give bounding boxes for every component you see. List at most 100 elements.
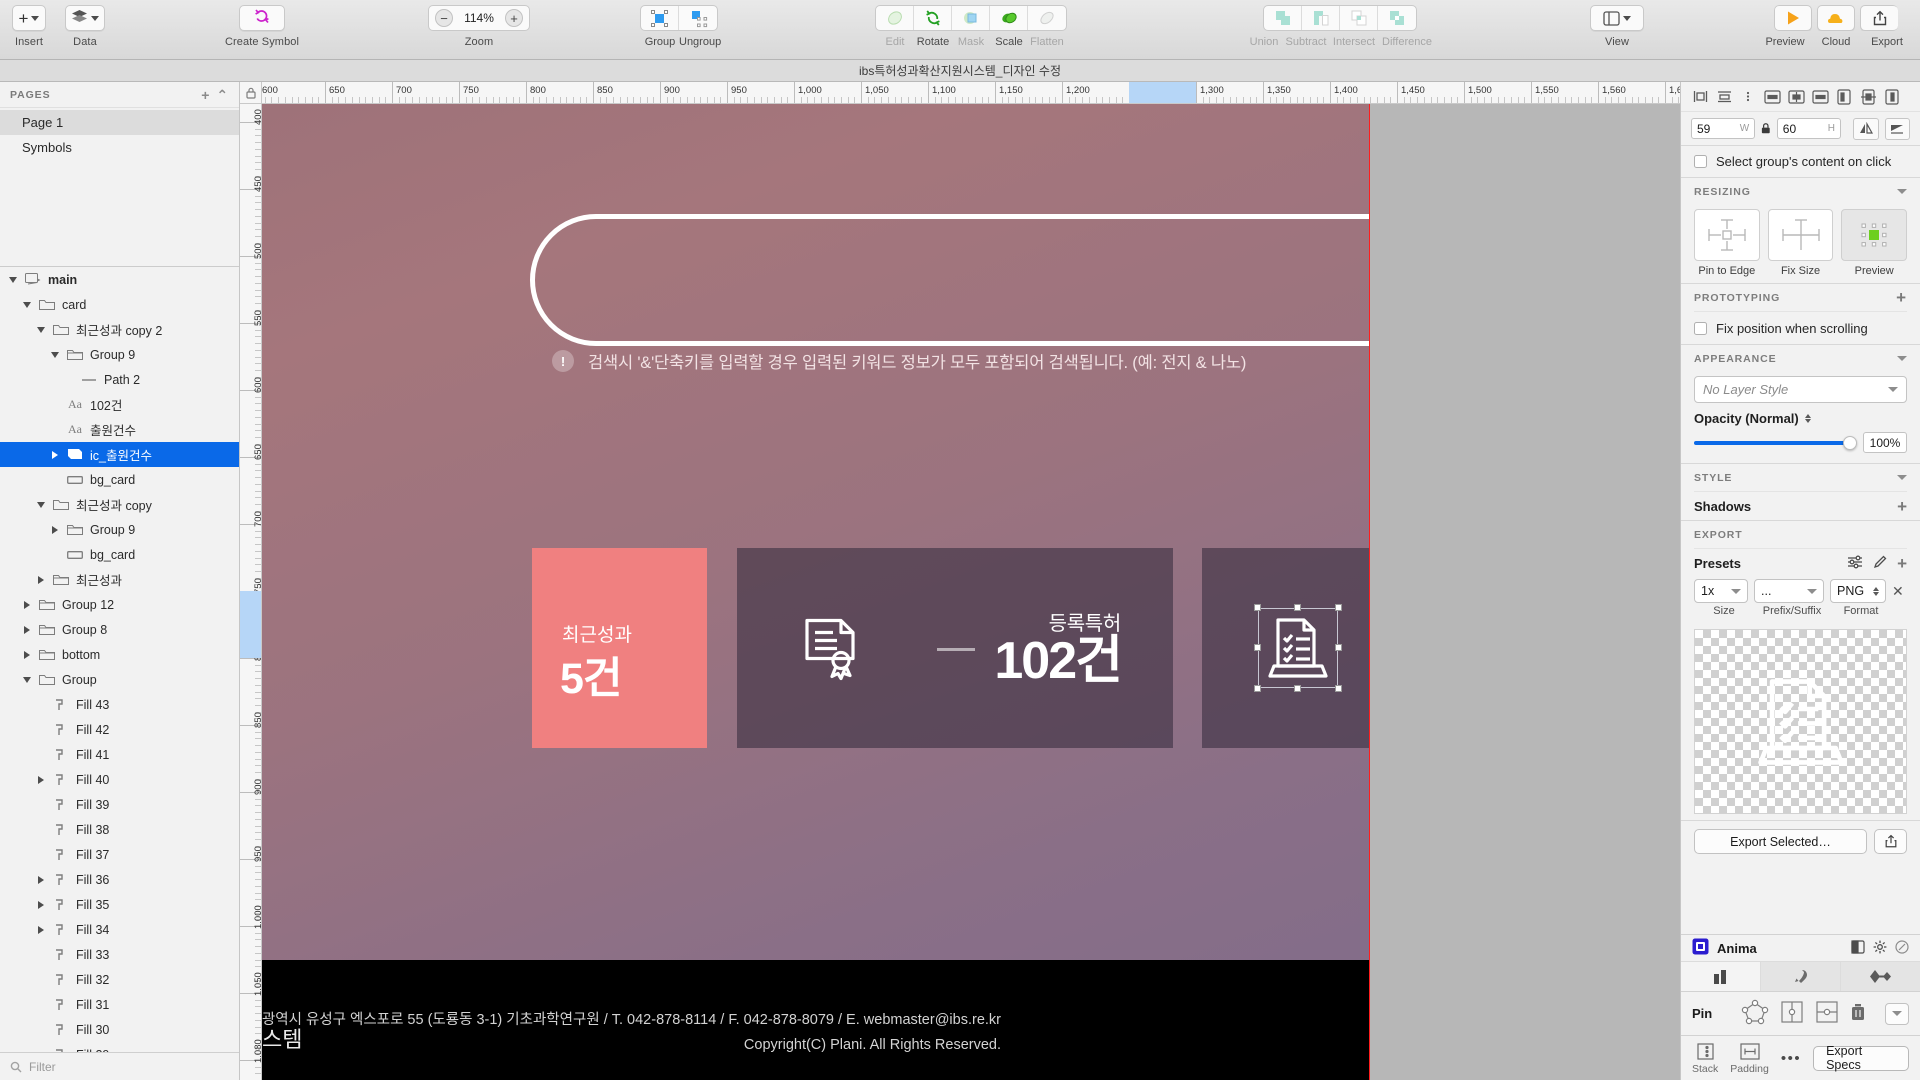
select-group-content-row[interactable]: Select group's content on click — [1681, 146, 1920, 178]
disclosure-triangle-icon[interactable] — [36, 326, 46, 333]
lock-icon[interactable] — [1761, 122, 1771, 135]
layer-row[interactable]: Fill 35 — [0, 892, 239, 917]
remove-preset-icon[interactable]: ✕ — [1892, 583, 1904, 600]
disclosure-triangle-icon[interactable] — [50, 450, 60, 459]
disclosure-triangle-icon[interactable] — [36, 900, 46, 909]
chevron-down-icon[interactable] — [1897, 189, 1907, 194]
subtract-button[interactable] — [1302, 6, 1340, 30]
anima-tab-link[interactable] — [1841, 962, 1920, 991]
opacity-value[interactable]: 100% — [1863, 432, 1907, 453]
add-preset-icon[interactable]: + — [1897, 555, 1907, 572]
clipboard-check-icon[interactable] — [1254, 604, 1342, 692]
anima-tab-layout[interactable] — [1681, 962, 1761, 991]
artboard-main[interactable]: ! 검색시 '&'단축키를 입력할 경우 입력된 키워드 정보가 모두 포함되어… — [262, 104, 1369, 1080]
align-bottom-icon[interactable] — [1809, 87, 1831, 107]
pin-all-icon[interactable] — [1740, 998, 1770, 1029]
pin-horizontal-icon[interactable] — [1814, 999, 1840, 1028]
anima-help-icon[interactable] — [1895, 939, 1909, 957]
layer-row[interactable]: Group 9 — [0, 517, 239, 542]
layer-row[interactable]: Fill 36 — [0, 867, 239, 892]
layer-row[interactable]: 최근성과 copy 2 — [0, 317, 239, 342]
align-horizontal-center-icon[interactable] — [1785, 87, 1807, 107]
layer-row[interactable]: card — [0, 292, 239, 317]
more-options-icon[interactable]: ••• — [1781, 1050, 1801, 1067]
height-field[interactable]: 60 H — [1776, 118, 1842, 139]
anima-tab-rocket[interactable] — [1761, 962, 1841, 991]
card-applications[interactable]: 출원건수 102건 — [1202, 548, 1369, 748]
layer-row[interactable]: bg_card — [0, 467, 239, 492]
resize-fix-size[interactable]: Fix Size — [1767, 209, 1834, 277]
export-prefix-select[interactable]: ... — [1754, 579, 1824, 603]
edit-preset-icon[interactable] — [1873, 555, 1887, 572]
layer-row[interactable]: Fill 38 — [0, 817, 239, 842]
canvas-viewport[interactable]: ! 검색시 '&'단축키를 입력할 경우 입력된 키워드 정보가 모두 포함되어… — [262, 104, 1680, 1080]
align-vertical-right-icon[interactable] — [1881, 87, 1903, 107]
align-center-vertical-icon[interactable] — [1713, 87, 1735, 107]
search-field[interactable] — [530, 214, 1369, 346]
cloud-button[interactable] — [1817, 5, 1855, 31]
distribute-horizontal-icon[interactable] — [1857, 87, 1879, 107]
fix-position-row[interactable]: Fix position when scrolling — [1681, 312, 1920, 344]
disclosure-triangle-icon[interactable] — [50, 525, 60, 534]
scale-button[interactable] — [990, 6, 1028, 30]
chevron-down-icon[interactable] — [1897, 356, 1907, 361]
layer-row[interactable]: Fill 33 — [0, 942, 239, 967]
slider-knob[interactable] — [1843, 435, 1857, 450]
align-vertical-left-icon[interactable] — [1833, 87, 1855, 107]
zoom-in-button[interactable]: + — [505, 9, 523, 27]
card-registered-patents[interactable]: 등록특허 102건 — [737, 548, 1173, 748]
layer-row[interactable]: Fill 37 — [0, 842, 239, 867]
edit-button[interactable] — [876, 6, 914, 30]
difference-button[interactable] — [1378, 6, 1416, 30]
union-button[interactable] — [1264, 6, 1302, 30]
anima-settings-icon[interactable] — [1873, 940, 1887, 957]
disclosure-triangle-icon[interactable] — [8, 276, 18, 283]
layer-row[interactable]: Fill 39 — [0, 792, 239, 817]
layer-row[interactable]: Fill 41 — [0, 742, 239, 767]
disclosure-triangle-icon[interactable] — [50, 351, 60, 358]
zoom-control[interactable]: − 114% + — [428, 5, 530, 31]
disclosure-triangle-icon[interactable] — [36, 575, 46, 584]
preview-button[interactable] — [1774, 5, 1812, 31]
data-button[interactable] — [65, 5, 105, 31]
pin-expand-button[interactable] — [1885, 1002, 1909, 1025]
layer-row[interactable]: bottom — [0, 642, 239, 667]
disclosure-triangle-icon[interactable] — [36, 875, 46, 884]
layer-row[interactable]: Group 12 — [0, 592, 239, 617]
layer-row[interactable]: Fill 29 — [0, 1042, 239, 1052]
padding-control[interactable]: Padding — [1730, 1042, 1769, 1075]
rotate-button[interactable] — [914, 6, 952, 30]
export-button[interactable] — [1860, 5, 1898, 31]
align-top-icon[interactable] — [1761, 87, 1783, 107]
disclosure-triangle-icon[interactable] — [36, 501, 46, 508]
export-specs-button[interactable]: Export Specs — [1813, 1044, 1909, 1072]
layer-row[interactable]: Fill 31 — [0, 992, 239, 1017]
disclosure-triangle-icon[interactable] — [22, 625, 32, 634]
flip-vertical-button[interactable] — [1884, 117, 1911, 140]
flatten-button[interactable] — [1028, 6, 1066, 30]
layer-row[interactable]: 최근성과 — [0, 567, 239, 592]
add-page-icon[interactable]: + — [201, 88, 210, 102]
disclosure-triangle-icon[interactable] — [22, 301, 32, 308]
create-symbol-button[interactable] — [239, 5, 286, 31]
flip-horizontal-button[interactable] — [1853, 117, 1879, 140]
layer-style-select[interactable]: No Layer Style — [1694, 376, 1907, 403]
layer-row[interactable]: Fill 32 — [0, 967, 239, 992]
share-export-button[interactable] — [1874, 829, 1907, 854]
disclosure-triangle-icon[interactable] — [22, 600, 32, 609]
preset-settings-icon[interactable] — [1847, 555, 1863, 572]
fix-position-checkbox[interactable] — [1694, 321, 1707, 335]
selection-handles[interactable] — [1254, 604, 1342, 692]
disclosure-triangle-icon[interactable] — [36, 925, 46, 934]
horizontal-ruler[interactable]: 600 650 700 750 800 850 900 950 1,000 1,050 1,100 1… — [262, 82, 1680, 104]
export-selected-button[interactable]: Export Selected… — [1694, 829, 1867, 854]
format-stepper[interactable] — [1873, 586, 1879, 596]
more-align-icon[interactable] — [1737, 87, 1759, 107]
disclosure-triangle-icon[interactable] — [22, 676, 32, 683]
delete-pin-icon[interactable] — [1849, 1002, 1867, 1025]
export-format-select[interactable]: PNG — [1830, 579, 1886, 603]
collapse-pages-icon[interactable]: ⌃ — [216, 88, 229, 102]
layer-row[interactable]: Fill 42 — [0, 717, 239, 742]
add-shadow-icon[interactable]: + — [1897, 498, 1907, 515]
pin-vertical-icon[interactable] — [1779, 999, 1805, 1028]
